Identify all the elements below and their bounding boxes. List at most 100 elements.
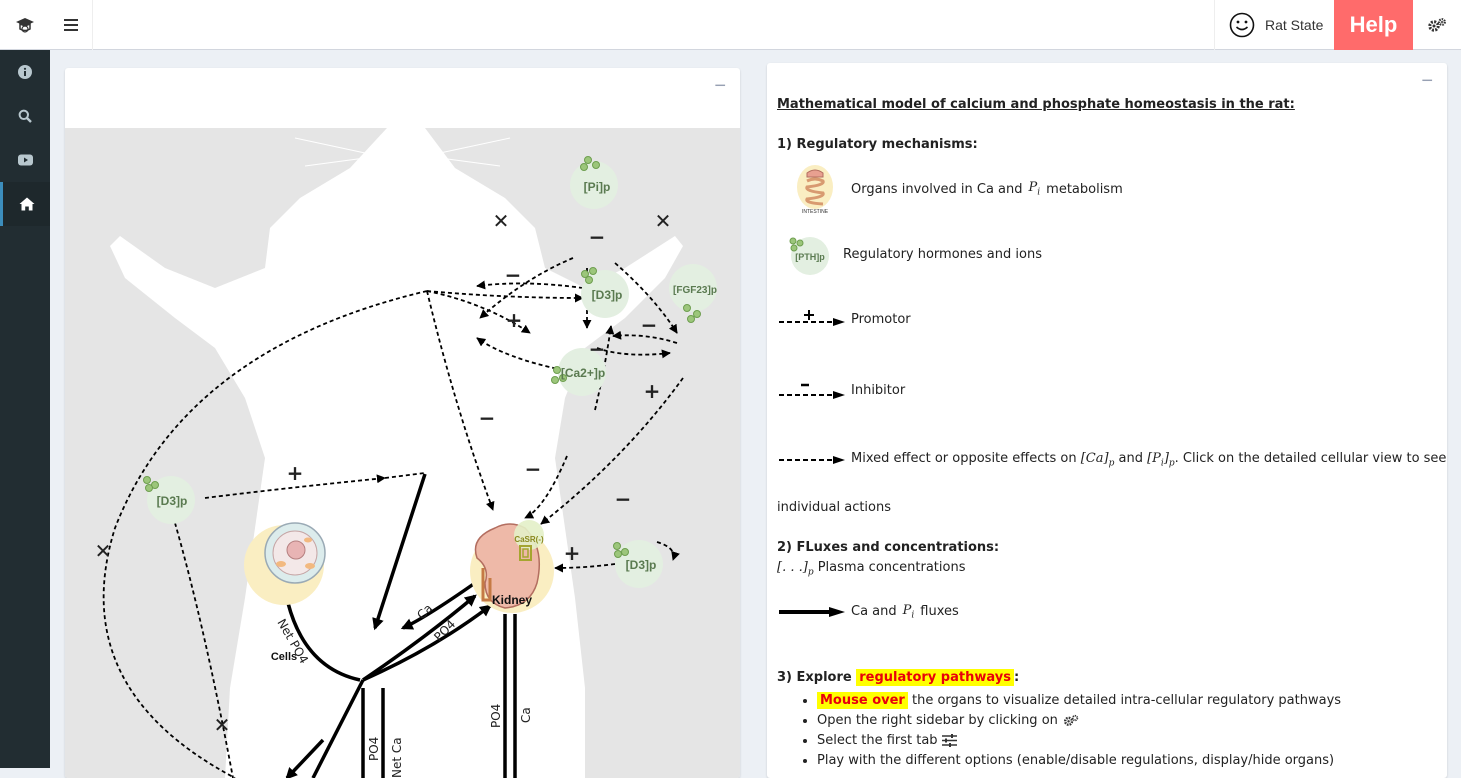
- legend-mixed: Mixed effect or opposite effects on [Ca]…: [777, 451, 1446, 469]
- organs-text: Organs involved in Ca and: [851, 181, 1023, 197]
- help-button[interactable]: Help: [1334, 0, 1413, 50]
- left-sidebar: [0, 50, 50, 768]
- node-pi[interactable]: [Pi]p: [570, 156, 618, 210]
- mixed-pi-math: [Pi]p: [1147, 451, 1175, 469]
- section-explore-post: :: [1013, 670, 1020, 685]
- section-regulatory-mechanisms: 1) Regulatory mechanisms:: [777, 137, 978, 152]
- sidebar-item-search[interactable]: [0, 94, 50, 138]
- mixed-arrow-icon: [779, 455, 845, 464]
- gears-icon: [1428, 18, 1446, 32]
- flux-label-ca-down: Ca: [519, 707, 533, 723]
- sign-x: ✕: [655, 209, 672, 233]
- list-item: Mouse over the organs to visualize detai…: [817, 691, 1341, 711]
- sign-minus: −: [615, 487, 632, 511]
- sign-x: ✕: [95, 539, 112, 563]
- logo[interactable]: [0, 0, 50, 50]
- node-fgf23-label: [FGF23]p: [673, 285, 717, 296]
- sidebar-item-video[interactable]: [0, 138, 50, 182]
- plasma-legend: [. . .]p Plasma concentrations: [777, 560, 965, 578]
- sign-minus: −: [589, 337, 606, 361]
- node-d3-left-label: [D3]p: [157, 494, 188, 508]
- math-p: P: [1028, 180, 1038, 196]
- organ-kidney-label: Kidney: [492, 593, 532, 607]
- legend-promotor: Promotor: [777, 309, 911, 329]
- collapse-diagram-button[interactable]: −: [714, 76, 726, 96]
- plasma-math: [. . .]p: [777, 560, 814, 578]
- legend-inhibitor: Inhibitor: [777, 380, 905, 400]
- promotor-text: Promotor: [851, 311, 911, 327]
- flux-label-po4-vert: PO4: [367, 737, 381, 761]
- mixed-wrap-text: individual actions: [777, 500, 892, 515]
- sliders-icon: [941, 734, 957, 747]
- mouse-over-highlight: Mouse over: [817, 692, 908, 709]
- bullet-text: Select the first tab: [817, 733, 938, 748]
- section-explore: 3) Explore regulatory pathways:: [777, 669, 1020, 686]
- bullet-text: Play with the different options (enable/…: [817, 753, 1335, 768]
- flux-text: Ca and: [851, 604, 897, 620]
- sign-minus: −: [589, 225, 606, 249]
- bullet-text: the organs to visualize detailed intra-c…: [911, 693, 1342, 708]
- hormone-icon-label: [PTH]p: [795, 252, 825, 262]
- collapse-info-button[interactable]: −: [1421, 71, 1433, 91]
- top-header: Rat State Help: [0, 0, 1461, 50]
- sidebar-item-home[interactable]: [0, 182, 50, 226]
- node-d3-left[interactable]: [D3]p: [143, 476, 196, 524]
- diagram-box: − [Pi]p [D3]p [FGF23]p [Ca2+]p [D3]p [D3…: [65, 68, 740, 778]
- hormone-icon: [PTH]p: [789, 237, 829, 275]
- info-box: − Mathematical model of calcium and phos…: [767, 63, 1447, 778]
- inhibitor-arrow-icon: [779, 383, 845, 399]
- node-d3-right-label: [D3]p: [626, 558, 657, 572]
- list-item: Play with the different options (enable/…: [817, 751, 1341, 771]
- sign-minus: −: [479, 406, 496, 430]
- rat-state-menu[interactable]: Rat State: [1214, 0, 1334, 50]
- video-icon: [17, 154, 33, 166]
- hormones-text: Regulatory hormones and ions: [843, 246, 1042, 262]
- sign-minus: −: [525, 457, 542, 481]
- right-sidebar-toggle[interactable]: [1413, 0, 1461, 50]
- mixed-text: Mixed effect or opposite effects on: [851, 451, 1077, 466]
- gears-icon: [1063, 714, 1079, 726]
- promotor-arrow-icon: [779, 310, 845, 326]
- math-pi: [P: [1147, 451, 1161, 466]
- diagram-svg: [Pi]p [D3]p [FGF23]p [Ca2+]p [D3]p [D3]p…: [95, 128, 717, 778]
- sign-plus: +: [506, 308, 523, 332]
- sign-x: ✕: [214, 713, 231, 737]
- sign-minus: −: [505, 263, 522, 287]
- rat-diagram: [Pi]p [D3]p [FGF23]p [Ca2+]p [D3]p [D3]p…: [65, 128, 740, 778]
- math-ca: [Ca]: [1080, 451, 1109, 466]
- sign-minus: −: [641, 313, 658, 337]
- search-icon: [18, 109, 32, 123]
- node-ca2-label: [Ca2+]p: [561, 366, 605, 380]
- math-bracket: [. . .]: [777, 560, 808, 575]
- list-item: Select the first tab: [817, 731, 1341, 751]
- math-sub-i: i: [1037, 187, 1041, 198]
- info-title: Mathematical model of calcium and phosph…: [777, 97, 1295, 112]
- regulatory-pathways-highlight: regulatory pathways: [856, 669, 1014, 686]
- sidebar-toggle-button[interactable]: [50, 0, 93, 50]
- section-explore-pre: 3) Explore: [777, 670, 852, 685]
- organs-math: Pi: [1029, 180, 1041, 198]
- legend-hormones: [PTH]p Regulatory hormones and ions: [787, 233, 1042, 275]
- rat-state-label: Rat State: [1265, 17, 1324, 33]
- graduation-cap-icon: [16, 18, 34, 33]
- legend-flux: Ca and Pi fluxes: [777, 603, 959, 621]
- hamburger-icon: [64, 19, 78, 31]
- organs-tail: metabolism: [1046, 181, 1123, 197]
- math-sub-p: p: [807, 567, 814, 578]
- mixed-tail: . Click on the detailed cellular view to…: [1174, 451, 1447, 466]
- intestine-icon: INTESTINE: [797, 165, 833, 215]
- sign-plus: +: [644, 379, 661, 403]
- legend-organs: INTESTINE Organs involved in Ca and Pi m…: [795, 163, 1123, 215]
- sign-plus: +: [287, 461, 304, 485]
- node-d3-right[interactable]: [D3]p: [613, 540, 664, 588]
- node-fgf23[interactable]: [FGF23]p: [669, 264, 717, 323]
- explore-list: Mouse over the organs to visualize detai…: [797, 691, 1341, 771]
- bullet-text: Open the right sidebar by clicking on: [817, 713, 1058, 728]
- inhibitor-text: Inhibitor: [851, 382, 906, 398]
- section-fluxes: 2) FLuxes and concentrations:: [777, 540, 1000, 555]
- list-item: Open the right sidebar by clicking on: [817, 711, 1341, 731]
- math-sub-p: p: [1108, 458, 1115, 469]
- info-icon: [18, 65, 32, 79]
- node-d3-top-label: [D3]p: [592, 288, 623, 302]
- sidebar-item-info[interactable]: [0, 50, 50, 94]
